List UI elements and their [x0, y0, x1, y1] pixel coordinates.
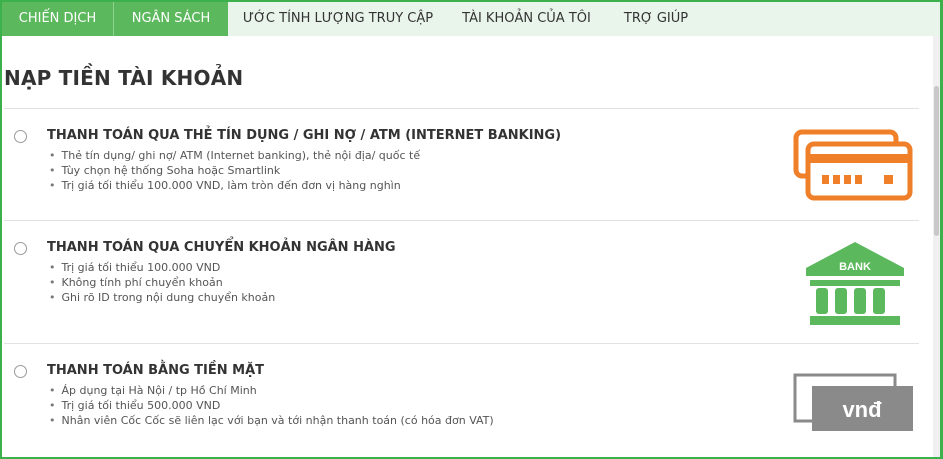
- option-details: Thẻ tín dụng/ ghi nợ/ ATM (Internet bank…: [49, 148, 421, 193]
- tab-traffic-estimate[interactable]: ƯỚC TÍNH LƯỢNG TRUY CẬP: [228, 2, 448, 36]
- list-item: Nhân viên Cốc Cốc sẽ liên lạc với bạn và…: [49, 413, 494, 428]
- scrollbar-thumb[interactable]: [934, 86, 939, 236]
- credit-card-icon: [793, 129, 913, 201]
- divider: [4, 108, 919, 109]
- radio-cash[interactable]: [14, 365, 27, 378]
- cash-icon-label: vnđ: [842, 397, 882, 422]
- list-item: Áp dụng tại Hà Nội / tp Hồ Chí Minh: [49, 383, 494, 398]
- payment-option-card: THANH TOÁN QUA THẺ TÍN DỤNG / GHI NỢ / A…: [14, 128, 914, 198]
- list-item: Ghi rõ ID trong nội dung chuyển khoản: [49, 290, 276, 305]
- payment-option-cash: THANH TOÁN BẰNG TIỀN MẶT Áp dụng tại Hà …: [14, 363, 914, 433]
- scrollbar[interactable]: [933, 36, 940, 457]
- option-title: THANH TOÁN QUA THẺ TÍN DỤNG / GHI NỢ / A…: [47, 128, 562, 143]
- list-item: Trị giá tối thiểu 100.000 VND, làm tròn …: [49, 178, 420, 193]
- top-nav: CHIẾN DỊCH NGÂN SÁCH ƯỚC TÍNH LƯỢNG TRUY…: [2, 2, 940, 36]
- tab-help[interactable]: TRỢ GIÚP: [605, 2, 707, 36]
- radio-bank-transfer[interactable]: [14, 242, 27, 255]
- list-item: Thẻ tín dụng/ ghi nợ/ ATM (Internet bank…: [49, 148, 421, 163]
- cash-vnd-icon: vnđ: [793, 373, 913, 431]
- tab-campaigns[interactable]: CHIẾN DỊCH: [2, 2, 113, 36]
- option-title: THANH TOÁN QUA CHUYỂN KHOẢN NGÂN HÀNG: [47, 240, 396, 255]
- option-title: THANH TOÁN BẰNG TIỀN MẶT: [47, 363, 265, 378]
- divider: [4, 220, 919, 221]
- list-item: Trị giá tối thiểu 100.000 VND: [49, 260, 275, 275]
- page-title: NẠP TIỀN TÀI KHOẢN: [4, 66, 244, 90]
- payment-option-bank-transfer: THANH TOÁN QUA CHUYỂN KHOẢN NGÂN HÀNG Tr…: [14, 240, 914, 310]
- list-item: Tùy chọn hệ thống Soha hoặc Smartlink: [49, 163, 420, 178]
- bank-icon-label: BANK: [839, 261, 871, 273]
- tab-my-account[interactable]: TÀI KHOẢN CỦA TÔI: [448, 2, 605, 36]
- bank-icon: BANK: [806, 242, 904, 325]
- list-item: Không tính phí chuyển khoản: [49, 275, 275, 290]
- divider: [4, 343, 919, 344]
- option-details: Áp dụng tại Hà Nội / tp Hồ Chí Minh Trị …: [49, 383, 494, 428]
- list-item: Trị giá tối thiểu 500.000 VND: [49, 398, 494, 413]
- tab-budget[interactable]: NGÂN SÁCH: [113, 2, 228, 36]
- app-frame: CHIẾN DỊCH NGÂN SÁCH ƯỚC TÍNH LƯỢNG TRUY…: [0, 0, 943, 459]
- radio-card-payment[interactable]: [14, 130, 27, 143]
- option-details: Trị giá tối thiểu 100.000 VND Không tính…: [49, 260, 276, 305]
